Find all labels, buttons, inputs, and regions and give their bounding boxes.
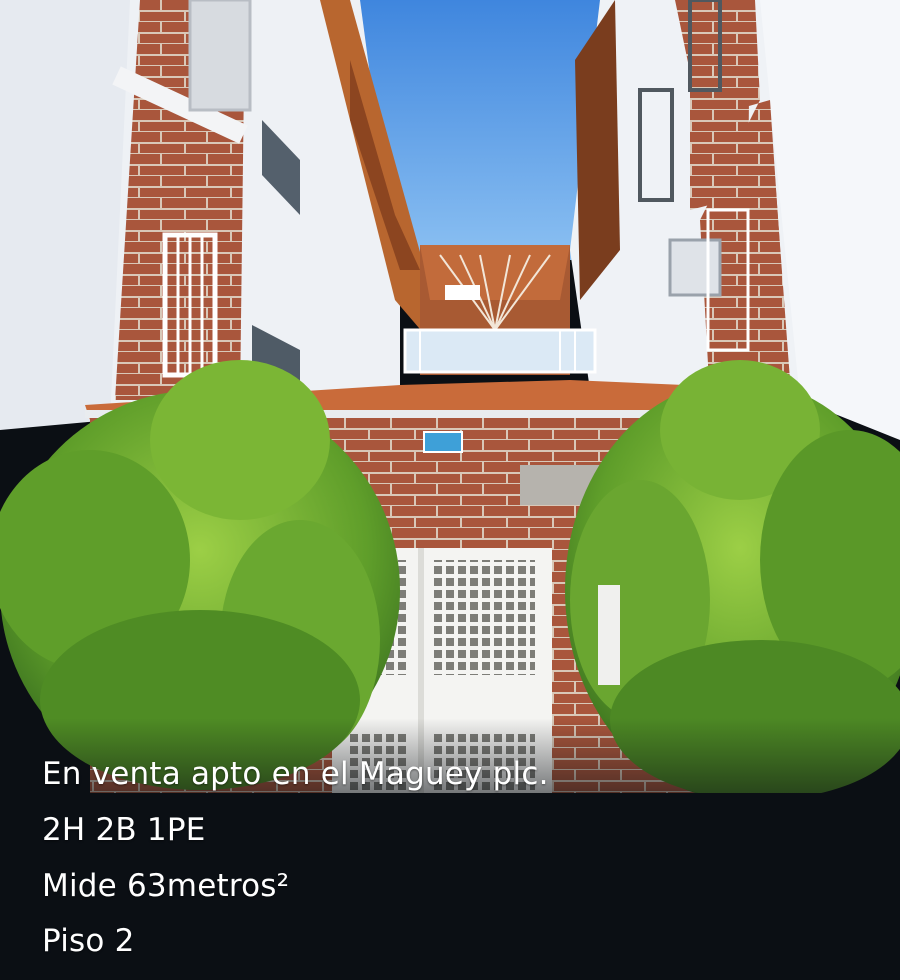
- balcony-railing: [403, 328, 597, 374]
- listing-floor: Piso 2: [42, 923, 135, 959]
- listing-photo: En venta apto en el Maguey plc. 2H 2B 1P…: [0, 0, 900, 980]
- listing-size: Mide 63metros²: [42, 868, 290, 904]
- listing-headline: En venta apto en el Maguey plc.: [42, 756, 549, 792]
- listing-rooms: 2H 2B 1PE: [42, 812, 206, 848]
